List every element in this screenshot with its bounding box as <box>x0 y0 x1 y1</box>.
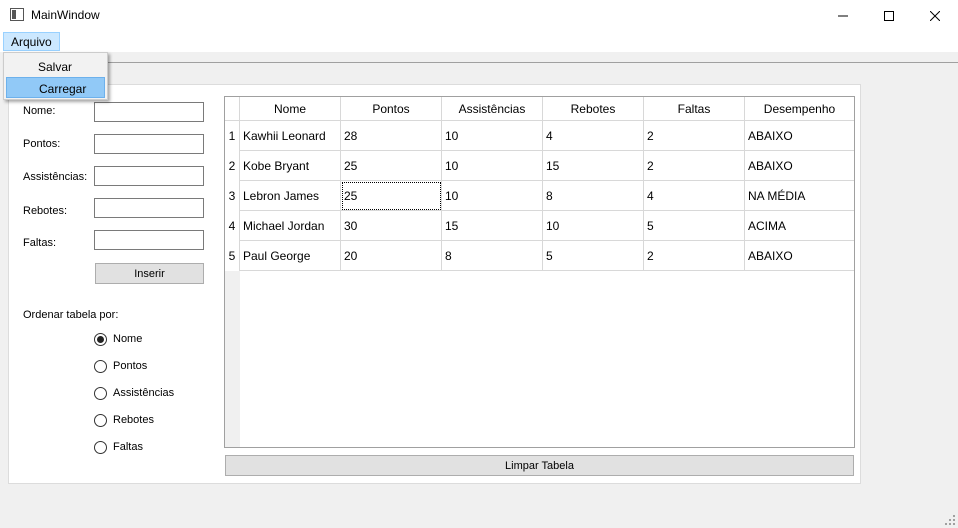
sort-option-label: Assistências <box>113 387 175 399</box>
sort-option-label: Faltas <box>113 441 143 453</box>
table-cell[interactable]: Paul George <box>240 241 341 271</box>
table-cell[interactable]: Lebron James <box>240 181 341 211</box>
table-cell[interactable]: 25 <box>341 151 442 181</box>
table-cell[interactable]: 2 <box>644 121 745 151</box>
table-cell[interactable]: Kawhii Leonard <box>240 121 341 151</box>
column-header-rebotes[interactable]: Rebotes <box>543 97 644 121</box>
sort-option-assistencias[interactable]: Assistências <box>94 386 174 400</box>
radio-checked-icon <box>94 332 107 346</box>
sort-option-label: Rebotes <box>113 414 154 426</box>
column-header-desempenho[interactable]: Desempenho <box>745 97 854 121</box>
table-cell[interactable]: 2 <box>644 241 745 271</box>
rebotes-label: Rebotes: <box>23 205 68 217</box>
table-cell[interactable]: 10 <box>543 211 644 241</box>
row-header[interactable]: 5 <box>225 241 240 271</box>
window-title: MainWindow <box>31 8 100 22</box>
table-cell[interactable]: 8 <box>442 241 543 271</box>
table-cell[interactable]: ABAIXO <box>745 151 854 181</box>
sort-option-faltas[interactable]: Faltas <box>94 440 143 454</box>
table-cell[interactable]: 4 <box>644 181 745 211</box>
table-cell[interactable]: 30 <box>341 211 442 241</box>
minimize-icon <box>838 15 848 16</box>
sort-option-label: Pontos <box>113 360 148 372</box>
table-cell[interactable]: 10 <box>442 151 543 181</box>
players-table[interactable]: Nome Pontos Assistências Rebotes Faltas … <box>224 96 855 448</box>
radio-unchecked-icon <box>94 386 107 400</box>
row-header[interactable]: 3 <box>225 181 240 211</box>
radio-unchecked-icon <box>94 359 107 373</box>
table-cell[interactable]: 2 <box>644 151 745 181</box>
table-cell[interactable]: 4 <box>543 121 644 151</box>
table-corner <box>225 97 240 121</box>
sort-option-label: Nome <box>113 333 143 345</box>
nome-field[interactable] <box>94 102 204 122</box>
pontos-label: Pontos: <box>23 138 61 150</box>
table-cell[interactable]: 28 <box>341 121 442 151</box>
column-header-nome[interactable]: Nome <box>240 97 341 121</box>
column-header-pontos[interactable]: Pontos <box>341 97 442 121</box>
maximize-button[interactable] <box>866 0 912 31</box>
resize-grip-icon[interactable] <box>945 515 955 525</box>
table-cell[interactable]: ACIMA <box>745 211 854 241</box>
close-icon <box>930 10 940 21</box>
faltas-label: Faltas: <box>23 237 57 249</box>
arquivo-dropdown: Salvar Carregar <box>3 52 108 100</box>
table-cell[interactable]: NA MÉDIA <box>745 181 854 211</box>
app-window-icon <box>10 8 24 21</box>
table-cell-focused[interactable]: 25 <box>341 181 442 211</box>
sort-label: Ordenar tabela por: <box>23 309 119 321</box>
table-cell[interactable]: 10 <box>442 181 543 211</box>
menu-bar: Arquivo <box>0 31 958 52</box>
faltas-field[interactable] <box>94 230 204 250</box>
menu-item-carregar[interactable]: Carregar <box>6 77 105 98</box>
table-cell[interactable]: ABAIXO <box>745 121 854 151</box>
row-header[interactable]: 4 <box>225 211 240 241</box>
table-cell[interactable]: 10 <box>442 121 543 151</box>
toolbar-separator <box>8 62 958 63</box>
radio-unchecked-icon <box>94 440 107 454</box>
sort-option-pontos[interactable]: Pontos <box>94 359 147 373</box>
row-header[interactable]: 2 <box>225 151 240 181</box>
table-cell[interactable]: 5 <box>543 241 644 271</box>
row-header[interactable]: 1 <box>225 121 240 151</box>
menu-item-salvar[interactable]: Salvar <box>6 56 105 77</box>
sort-option-nome[interactable]: Nome <box>94 332 142 346</box>
table-cell[interactable]: Michael Jordan <box>240 211 341 241</box>
column-header-assistencias[interactable]: Assistências <box>442 97 543 121</box>
nome-label: Nome: <box>23 105 56 117</box>
close-button[interactable] <box>912 0 958 31</box>
column-header-faltas[interactable]: Faltas <box>644 97 745 121</box>
assistencias-label: Assistências: <box>23 171 88 183</box>
maximize-icon <box>884 10 894 21</box>
table-cell[interactable]: 8 <box>543 181 644 211</box>
minimize-button[interactable] <box>820 0 866 31</box>
limpar-tabela-button[interactable]: Limpar Tabela <box>225 455 854 476</box>
rebotes-field[interactable] <box>94 198 204 218</box>
title-bar: MainWindow <box>0 0 958 31</box>
radio-unchecked-icon <box>94 413 107 427</box>
table-cell[interactable]: ABAIXO <box>745 241 854 271</box>
assistencias-field[interactable] <box>94 166 204 186</box>
pontos-field[interactable] <box>94 134 204 154</box>
sort-option-rebotes[interactable]: Rebotes <box>94 413 154 427</box>
table-cell[interactable]: 20 <box>341 241 442 271</box>
inserir-button[interactable]: Inserir <box>95 263 204 284</box>
menu-arquivo[interactable]: Arquivo <box>3 32 60 51</box>
table-cell[interactable]: 15 <box>442 211 543 241</box>
table-cell[interactable]: Kobe Bryant <box>240 151 341 181</box>
table-cell[interactable]: 15 <box>543 151 644 181</box>
table-cell[interactable]: 5 <box>644 211 745 241</box>
